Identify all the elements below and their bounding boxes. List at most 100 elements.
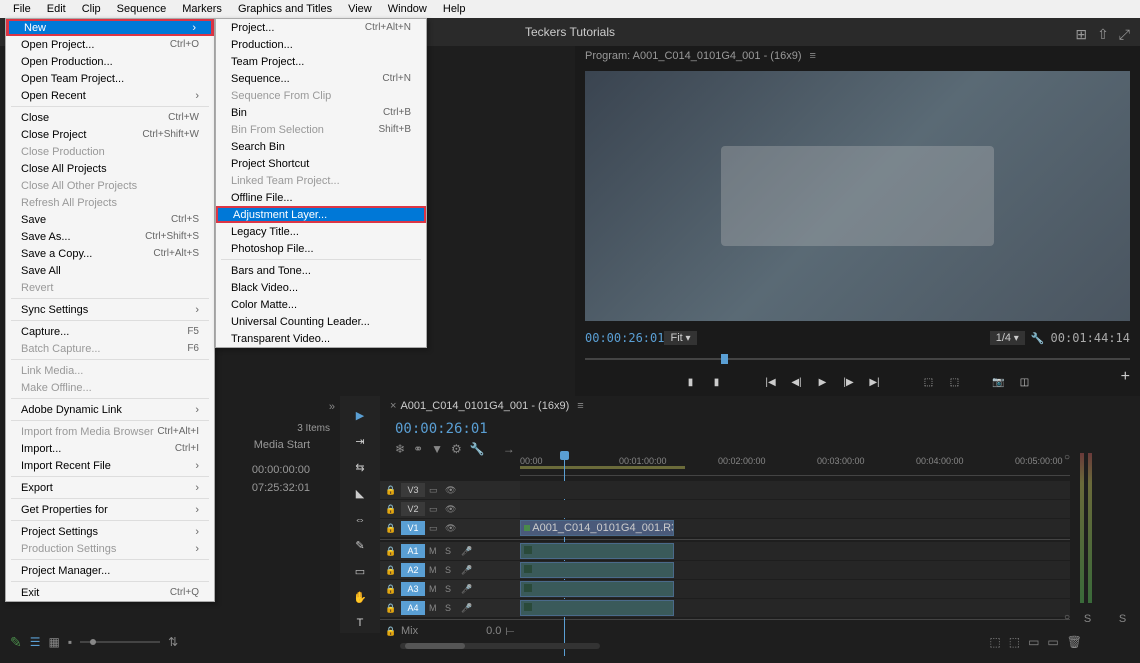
go-out-icon[interactable]: ▶| — [866, 373, 884, 391]
track-a1[interactable]: 🔒 A1 M S 🎤 — [380, 542, 1070, 560]
submenu-item-production[interactable]: Production... — [216, 36, 426, 53]
menu-item-save[interactable]: SaveCtrl+S — [6, 211, 214, 228]
mute-icon[interactable]: M — [429, 603, 441, 613]
export-frame-icon[interactable]: 📷 — [990, 373, 1008, 391]
menu-item-open-project[interactable]: Open Project...Ctrl+O — [6, 36, 214, 53]
audio-clip[interactable] — [520, 581, 674, 597]
menu-item-open-recent[interactable]: Open Recent — [6, 87, 214, 104]
menu-item-capture[interactable]: Capture...F5 — [6, 323, 214, 340]
project-chevrons-icon[interactable]: » — [329, 401, 335, 418]
menu-item-close[interactable]: CloseCtrl+W — [6, 109, 214, 126]
workspace-tab[interactable]: Teckers Tutorials — [510, 25, 630, 39]
submenu-item-photoshop-file[interactable]: Photoshop File... — [216, 240, 426, 257]
new-bin-icon[interactable]: ▭ — [1028, 635, 1039, 649]
snap-icon[interactable]: ❄ — [395, 442, 405, 456]
lock-icon[interactable]: 🔒 — [385, 603, 397, 614]
track-a4[interactable]: 🔒 A4 M S 🎤 — [380, 599, 1070, 617]
track-a2[interactable]: 🔒 A2 M S 🎤 — [380, 561, 1070, 579]
timeline-zoom-scrollbar[interactable] — [400, 643, 600, 649]
menu-item-close-all-projects[interactable]: Close All Projects — [6, 160, 214, 177]
lock-icon[interactable]: 🔒 — [385, 523, 397, 534]
program-timecode-in[interactable]: 00:00:26:01 — [585, 331, 664, 345]
menu-edit[interactable]: Edit — [39, 3, 74, 15]
submenu-item-bars-and-tone[interactable]: Bars and Tone... — [216, 262, 426, 279]
zoom-dropdown[interactable]: 1/4 ▾ — [990, 331, 1025, 345]
menu-window[interactable]: Window — [380, 3, 435, 15]
track-v3[interactable]: 🔒 V3 ▭ 👁 — [380, 481, 1070, 499]
track-label[interactable]: V2 — [401, 502, 425, 516]
step-back-icon[interactable]: ◀| — [788, 373, 806, 391]
timeline-ruler[interactable]: 00:00 00:01:00:00 00:02:00:00 00:03:00:0… — [520, 456, 1070, 476]
solo-icon[interactable]: S — [445, 603, 457, 613]
menu-help[interactable]: Help — [435, 3, 474, 15]
add-button-icon[interactable]: + — [1121, 368, 1130, 386]
submenu-item-black-video[interactable]: Black Video... — [216, 279, 426, 296]
menu-file[interactable]: File — [5, 3, 39, 15]
find-icon[interactable]: ⬚ — [1009, 635, 1020, 649]
menu-item-project-settings[interactable]: Project Settings — [6, 523, 214, 540]
mark-out-icon[interactable]: ▮ — [708, 373, 726, 391]
scroll-marker-icon[interactable]: ○ — [1064, 452, 1070, 463]
menu-graphics[interactable]: Graphics and Titles — [230, 3, 340, 15]
ripple-tool-icon[interactable]: ⇆ — [348, 458, 372, 478]
submenu-item-project-shortcut[interactable]: Project Shortcut — [216, 155, 426, 172]
wrench-icon[interactable]: 🔧 — [470, 442, 485, 456]
fullscreen-icon[interactable]: ⤢ — [1119, 26, 1130, 43]
mark-in-icon[interactable]: ▮ — [682, 373, 700, 391]
freeform-view-icon[interactable]: ▪ — [68, 635, 72, 649]
submenu-item-team-project[interactable]: Team Project... — [216, 53, 426, 70]
solo-label[interactable]: S — [1119, 613, 1126, 625]
program-playhead[interactable] — [721, 354, 728, 364]
sort-icon[interactable]: ⇅ — [168, 635, 178, 649]
menu-item-export[interactable]: Export — [6, 479, 214, 496]
clear-icon[interactable]: 🗑 — [1067, 635, 1082, 649]
voice-icon[interactable]: 🎤 — [461, 565, 473, 576]
track-label[interactable]: A1 — [401, 544, 425, 558]
menu-item-save-all[interactable]: Save All — [6, 262, 214, 279]
submenu-item-color-matte[interactable]: Color Matte... — [216, 296, 426, 313]
menu-item-project-manager[interactable]: Project Manager... — [6, 562, 214, 579]
voice-icon[interactable]: 🎤 — [461, 603, 473, 614]
fit-dropdown[interactable]: Fit ▾ — [664, 331, 696, 345]
hand-tool-icon[interactable]: ✋ — [348, 587, 372, 607]
track-a3[interactable]: 🔒 A3 M S 🎤 — [380, 580, 1070, 598]
submenu-item-sequence[interactable]: Sequence...Ctrl+N — [216, 70, 426, 87]
zoom-slider[interactable] — [80, 641, 160, 643]
menu-clip[interactable]: Clip — [74, 3, 109, 15]
menu-item-save-a-copy[interactable]: Save a Copy...Ctrl+Alt+S — [6, 245, 214, 262]
menu-view[interactable]: View — [340, 3, 380, 15]
voice-icon[interactable]: 🎤 — [461, 584, 473, 595]
submenu-item-search-bin[interactable]: Search Bin — [216, 138, 426, 155]
wrench-icon[interactable]: 🔧 — [1031, 332, 1045, 345]
audio-clip[interactable] — [520, 543, 674, 559]
eye-icon[interactable]: 👁 — [445, 485, 457, 496]
menu-item-save-as[interactable]: Save As...Ctrl+Shift+S — [6, 228, 214, 245]
mute-icon[interactable]: M — [429, 546, 441, 556]
menu-item-exit[interactable]: ExitCtrl+Q — [6, 584, 214, 601]
add-panel-icon[interactable]: ⊞ — [1075, 26, 1087, 43]
submenu-item-legacy-title[interactable]: Legacy Title... — [216, 223, 426, 240]
slip-tool-icon[interactable]: ⇔ — [348, 510, 372, 530]
marker-icon[interactable]: ▼ — [431, 442, 443, 456]
export-icon[interactable]: ⇧ — [1097, 26, 1109, 43]
selection-tool-icon[interactable]: ▶ — [348, 406, 372, 426]
solo-icon[interactable]: S — [445, 584, 457, 594]
mute-icon[interactable]: M — [429, 584, 441, 594]
audio-clip[interactable] — [520, 562, 674, 578]
lock-icon[interactable]: 🔒 — [385, 546, 397, 557]
toggle-output-icon[interactable]: ▭ — [429, 485, 441, 496]
lock-icon[interactable]: 🔒 — [385, 565, 397, 576]
sequence-name[interactable]: A001_C014_0101G4_001 - (16x9) — [400, 400, 569, 412]
submenu-item-offline-file[interactable]: Offline File... — [216, 189, 426, 206]
menu-markers[interactable]: Markers — [174, 3, 230, 15]
menu-item-import-recent-file[interactable]: Import Recent File — [6, 457, 214, 474]
pen-icon[interactable]: ✎ — [10, 634, 22, 651]
audio-clip[interactable] — [520, 600, 674, 616]
solo-icon[interactable]: S — [445, 565, 457, 575]
menu-item-open-team-project[interactable]: Open Team Project... — [6, 70, 214, 87]
menu-item-import[interactable]: Import...Ctrl+I — [6, 440, 214, 457]
submenu-item-project[interactable]: Project...Ctrl+Alt+N — [216, 19, 426, 36]
linked-icon[interactable]: ⚭ — [413, 442, 423, 456]
new-item-icon[interactable]: ▭ — [1047, 635, 1058, 649]
submenu-item-bin[interactable]: BinCtrl+B — [216, 104, 426, 121]
